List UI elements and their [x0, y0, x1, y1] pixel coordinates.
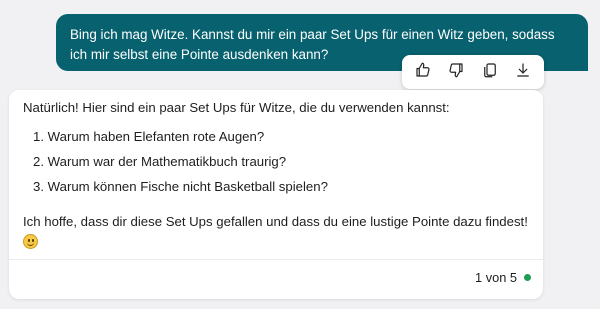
- list-item: 2. Warum war der Mathematikbuch traurig?: [33, 154, 287, 169]
- dislike-button[interactable]: [442, 58, 470, 86]
- download-button[interactable]: [509, 58, 537, 86]
- list-item: 1. Warum haben Elefanten rote Augen?: [33, 129, 265, 144]
- thumbs-up-icon: [414, 61, 432, 84]
- smiling-face-icon: [23, 234, 38, 249]
- message-action-toolbar: [402, 55, 544, 89]
- thumbs-down-icon: [447, 61, 465, 84]
- download-icon: [514, 61, 532, 84]
- bot-outro-text: Ich hoffe, dass dir diese Set Ups gefall…: [23, 214, 528, 229]
- copy-icon: [481, 61, 499, 84]
- setup-list: 1. Warum haben Elefanten rote Augen? 2. …: [33, 127, 328, 202]
- response-counter: 1 von 5: [475, 270, 517, 285]
- status-dot-icon: [524, 274, 531, 281]
- bot-intro-text: Natürlich! Hier sind ein paar Set Ups fü…: [23, 100, 450, 115]
- bot-outro: Ich hoffe, dass dir diese Set Ups gefall…: [23, 212, 535, 252]
- chat-canvas: Bing ich mag Witze. Kannst du mir ein pa…: [0, 0, 600, 309]
- list-item: 3. Warum können Fische nicht Basketball …: [33, 179, 328, 194]
- like-button[interactable]: [409, 58, 437, 86]
- footer-divider: [9, 259, 543, 260]
- bot-response-card: Natürlich! Hier sind ein paar Set Ups fü…: [9, 90, 543, 299]
- copy-button[interactable]: [476, 58, 504, 86]
- response-footer: 1 von 5: [475, 270, 531, 285]
